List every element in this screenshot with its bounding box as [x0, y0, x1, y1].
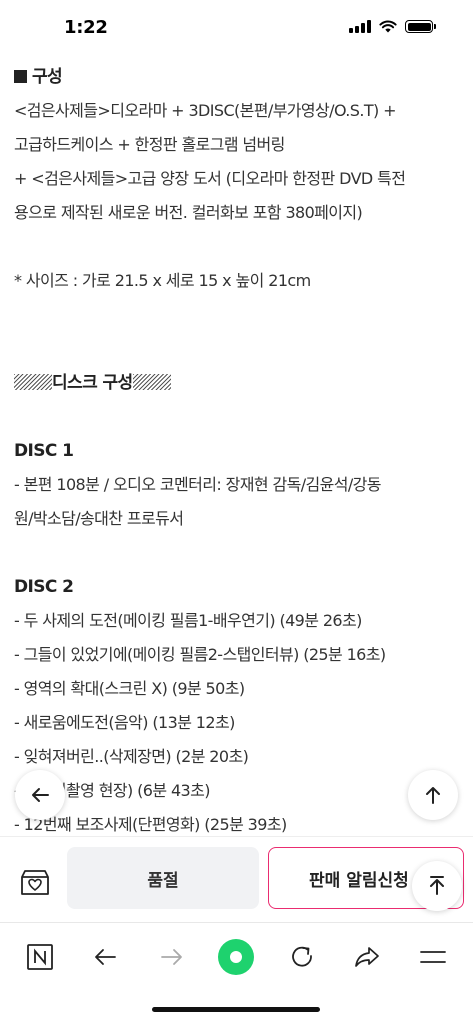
green-dot-button[interactable]	[216, 937, 256, 977]
scroll-top-button[interactable]	[408, 770, 458, 820]
soldout-button[interactable]: 품절	[67, 847, 259, 909]
disc1-title: DISC 1	[14, 441, 74, 461]
browser-menu-button[interactable]	[413, 937, 453, 977]
status-icons	[349, 20, 436, 33]
status-bar: 1:22	[0, 0, 473, 56]
heart-box-icon	[21, 870, 49, 895]
home-indicator[interactable]	[152, 1007, 320, 1012]
disc2-line: - 그들이 있었기에(메이킹 필름2-스탭인터뷰) (25분 16초)	[14, 645, 386, 664]
sale-alert-label: 판매 알림신청	[309, 870, 409, 891]
composition-line: 고급하드케이스 + 한정판 홀로그램 넘버링	[14, 135, 285, 154]
purchase-action-bar: 품절 판매 알림신청	[0, 836, 473, 922]
hatch-decoration-icon	[132, 374, 171, 390]
disc2-line: - 포스터촬영 현장) (6분 43초)	[14, 781, 210, 800]
disc2-line: - 12번째 보조사제(단편영화) (25분 39초)	[14, 815, 287, 834]
arrow-left-icon	[32, 788, 49, 802]
disc1-line: 원/박소담/송대찬 프로듀서	[14, 509, 184, 528]
composition-line: 용으로 제작된 새로운 버전. 컬러화보 포함 380페이지)	[14, 203, 363, 222]
browser-back-button[interactable]	[85, 937, 125, 977]
browser-share-button[interactable]	[347, 937, 387, 977]
menu-icon	[420, 951, 446, 963]
scroll-top-button-2[interactable]	[412, 861, 462, 911]
disc2-line: - 영역의 확대(스크린 X) (9분 50초)	[14, 679, 245, 698]
disc2-line: - 새로움에도전(음악) (13분 12초)	[14, 713, 235, 732]
signal-icon	[349, 20, 371, 33]
composition-line: <검은사제들>디오라마 + 3DISC(본편/부가영상/O.S.T) +	[14, 101, 397, 120]
composition-heading: 구성	[14, 60, 464, 94]
disc-section-title: 디스크 구성	[14, 366, 464, 400]
disc2-line: - 두 사제의 도전(메이킹 필름1-배우연기) (49분 26초)	[14, 611, 362, 630]
share-icon	[355, 947, 379, 967]
arrow-up-icon	[430, 876, 444, 895]
wishlist-button[interactable]	[18, 867, 52, 897]
back-float-button[interactable]	[15, 770, 65, 820]
status-time: 1:22	[64, 17, 108, 38]
naver-home-button[interactable]	[20, 937, 60, 977]
size-line: * 사이즈 : 가로 21.5 x 세로 15 x 높이 21cm	[14, 271, 311, 290]
hatch-decoration-icon	[14, 374, 52, 390]
black-square-icon	[14, 70, 27, 83]
browser-toolbar	[0, 922, 473, 992]
wifi-icon	[379, 20, 397, 33]
forward-arrow-icon	[161, 949, 182, 965]
battery-icon	[405, 20, 436, 33]
composition-line: + <검은사제들>고급 양장 도서 (디오라마 한정판 DVD 특전	[14, 169, 406, 188]
arrow-up-icon	[426, 787, 440, 804]
browser-forward-button[interactable]	[152, 937, 192, 977]
browser-reload-button[interactable]	[282, 937, 322, 977]
disc1-line: - 본편 108분 / 오디오 코멘터리: 장재현 감독/김윤석/강동	[14, 475, 381, 494]
disc2-line: - 잊혀져버린..(삭제장면) (2분 20초)	[14, 747, 249, 766]
reload-icon	[292, 946, 312, 967]
green-dot-icon	[218, 939, 254, 975]
back-arrow-icon	[95, 949, 116, 965]
naver-n-icon	[27, 944, 53, 970]
product-detail-content[interactable]: 구성 <검은사제들>디오라마 + 3DISC(본편/부가영상/O.S.T) + …	[14, 60, 464, 836]
disc2-title: DISC 2	[14, 577, 74, 597]
